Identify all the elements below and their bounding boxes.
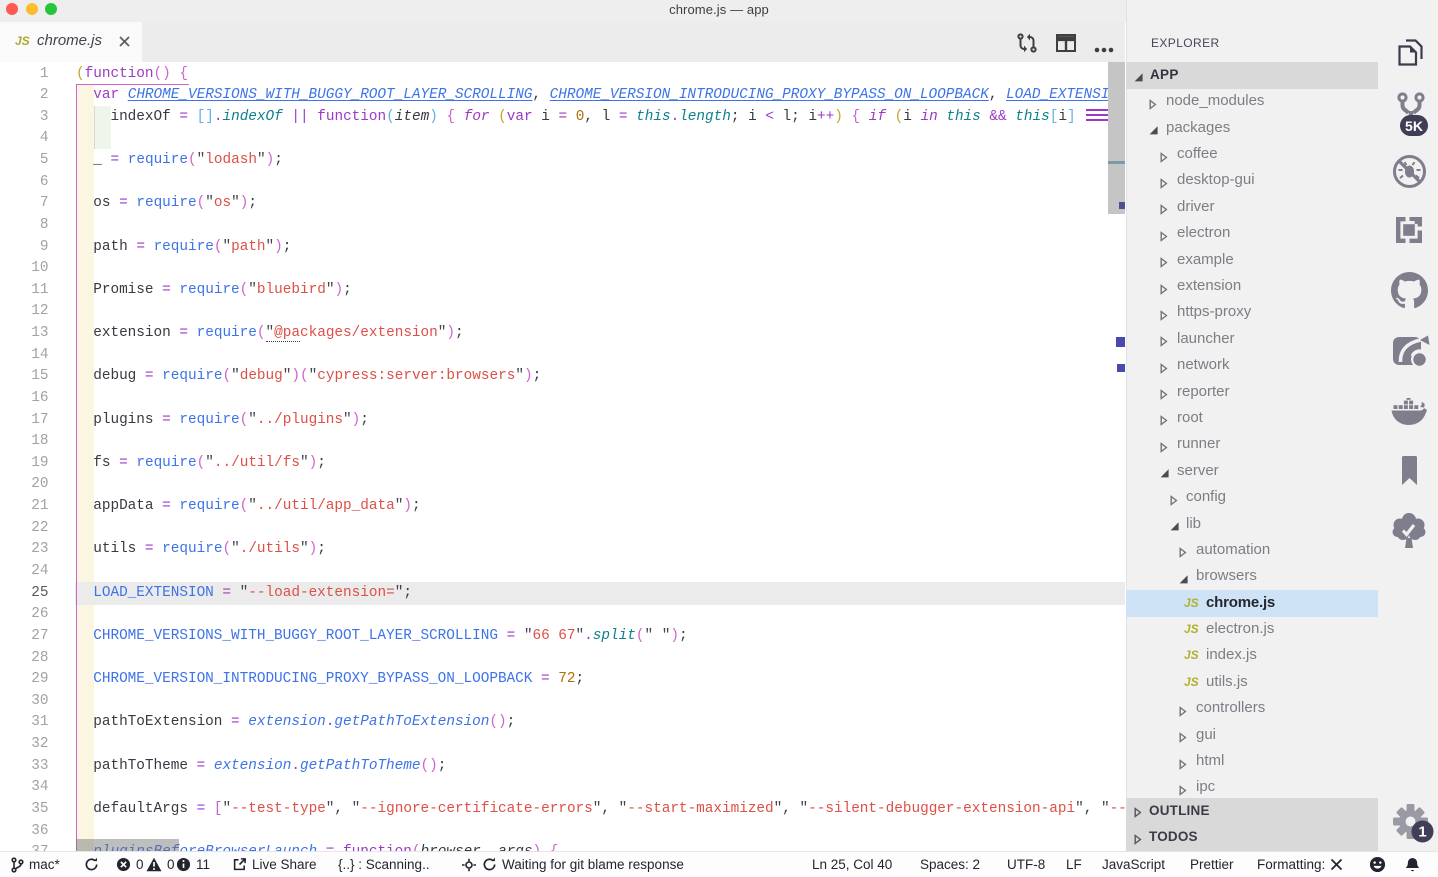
svg-text:5K: 5K xyxy=(1405,118,1423,134)
svg-text:1: 1 xyxy=(1418,824,1426,841)
